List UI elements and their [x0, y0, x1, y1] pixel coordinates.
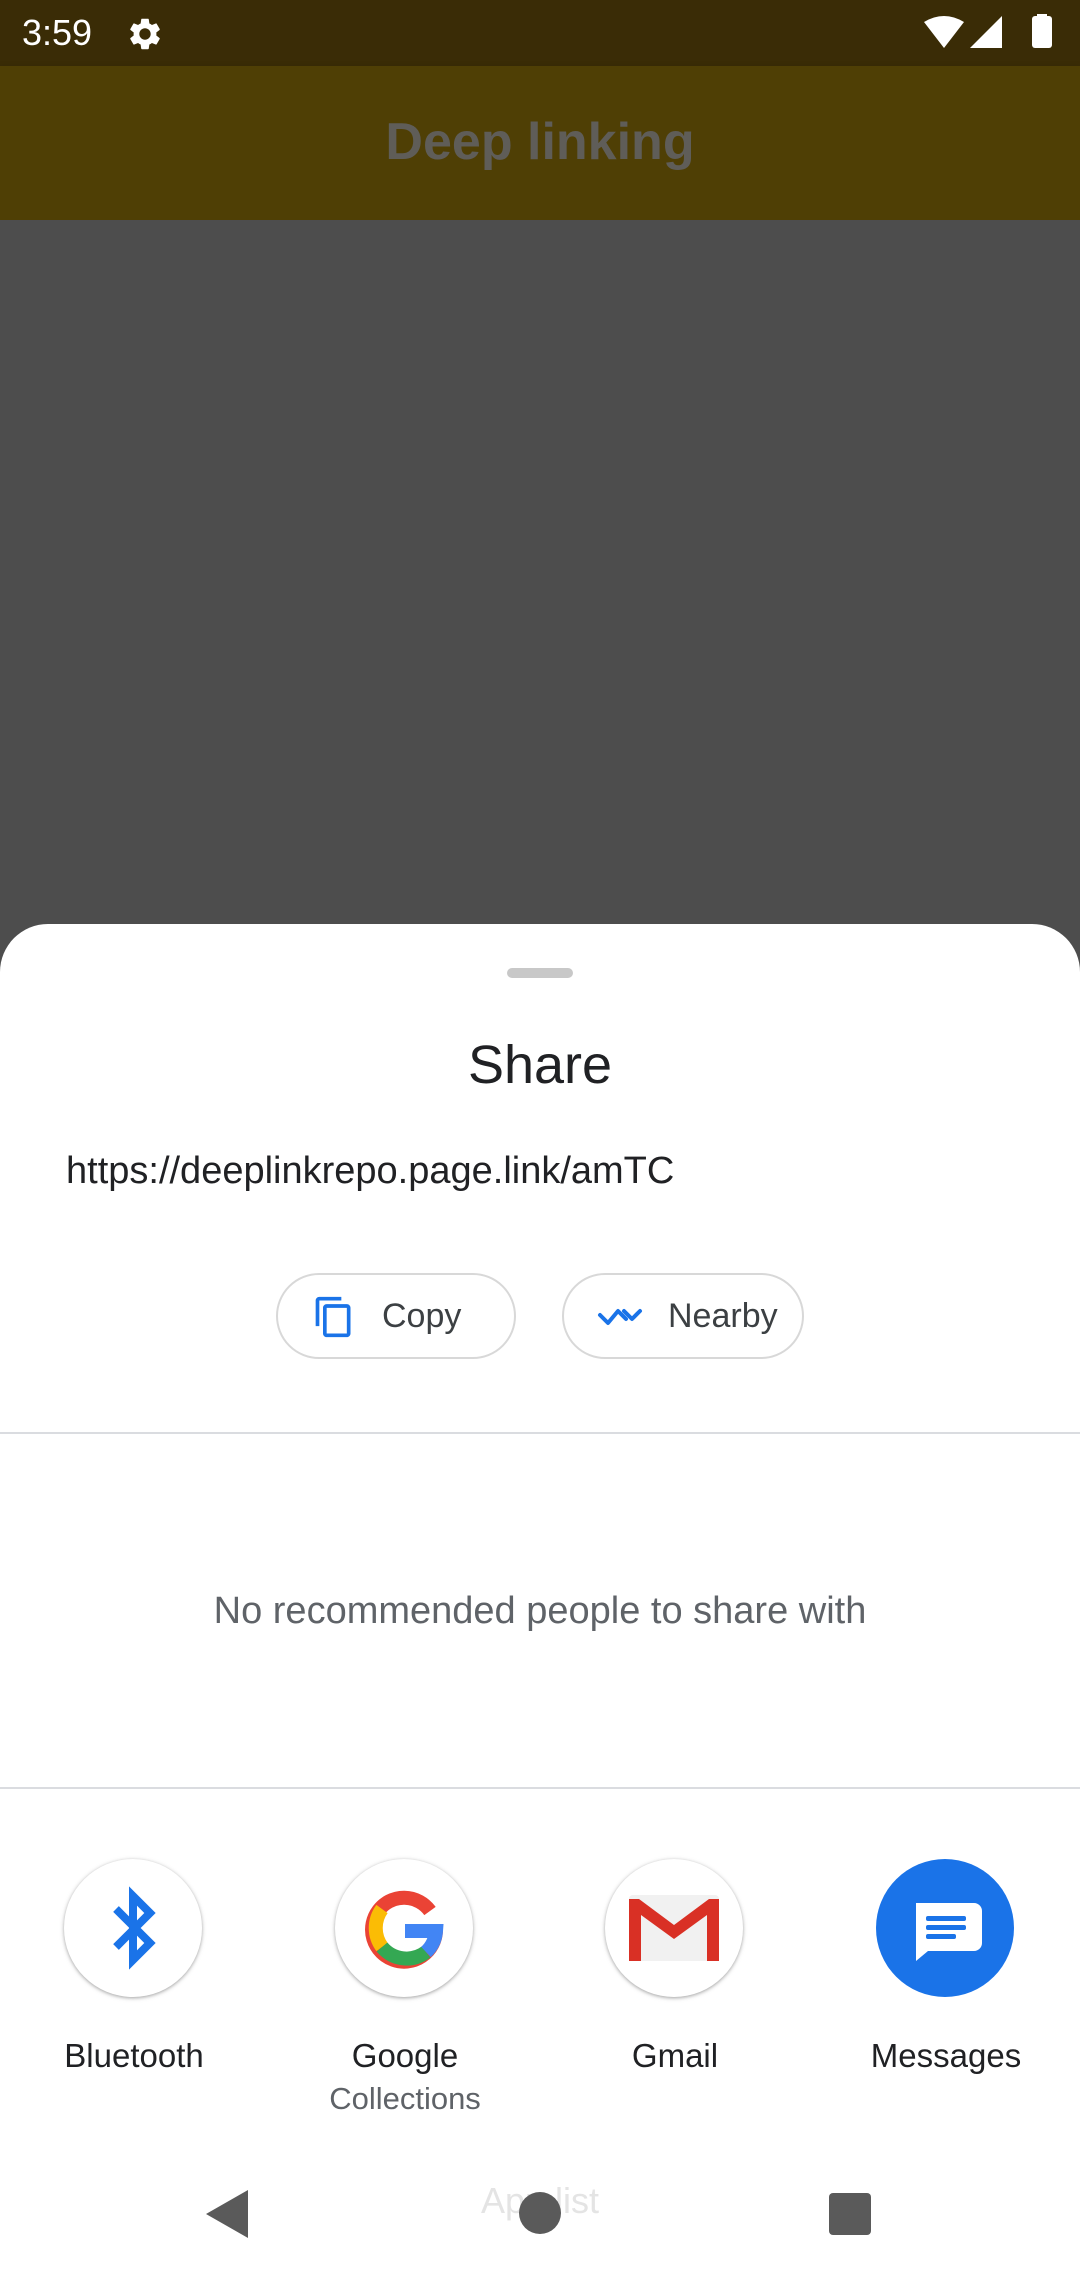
back-icon[interactable]	[204, 2188, 250, 2240]
share-target-gmail[interactable]: Gmail	[565, 1859, 785, 2119]
share-target-messages[interactable]: Messages	[836, 1859, 1056, 2119]
no-recommendations-message: No recommended people to share with	[213, 1590, 867, 1632]
share-target-label: Bluetooth	[64, 2037, 204, 2074]
modal-scrim[interactable]	[0, 220, 1080, 924]
status-time: 3:59	[22, 12, 93, 53]
gmail-icon-circle	[605, 1859, 743, 1997]
battery-icon	[1032, 16, 1052, 48]
share-target-label: Gmail	[631, 2037, 719, 2074]
google-icon	[365, 1890, 444, 1969]
signal-icon	[970, 16, 1002, 48]
nearby-button[interactable]: Nearby	[562, 1273, 804, 1359]
navigation-bar: App list	[0, 2148, 1080, 2280]
share-target-label: Messages	[870, 2037, 1022, 2074]
share-target-sublabel: Collections	[329, 2081, 481, 2116]
share-target-label: Google	[351, 2037, 459, 2074]
app-bar: Deep linking	[0, 66, 1080, 220]
share-sheet: Share https://deeplinkrepo.page.link/amT…	[0, 924, 1080, 2148]
copy-button-label: Copy	[382, 1297, 462, 1335]
divider	[0, 1432, 1080, 1434]
system-status-icons	[924, 14, 1052, 48]
gmail-icon	[629, 1895, 719, 1961]
nearby-icon	[598, 1309, 642, 1325]
wifi-icon	[924, 16, 964, 48]
copy-icon	[315, 1296, 351, 1338]
sheet-drag-handle[interactable]	[507, 968, 573, 978]
nearby-button-label: Nearby	[668, 1297, 778, 1335]
bluetooth-icon-circle	[64, 1859, 202, 1997]
copy-button[interactable]: Copy	[276, 1273, 516, 1359]
google-icon-circle	[335, 1859, 473, 1997]
gear-icon	[130, 18, 160, 50]
recents-icon[interactable]	[829, 2193, 871, 2235]
divider	[0, 1787, 1080, 1789]
messages-icon	[916, 1903, 982, 1961]
bluetooth-icon	[113, 1886, 156, 1970]
home-icon[interactable]	[519, 2192, 561, 2234]
messages-icon-circle	[876, 1859, 1014, 1997]
shared-url: https://deeplinkrepo.page.link/amTC	[66, 1150, 675, 1192]
share-title: Share	[467, 1035, 613, 1095]
status-bar: 3:59	[0, 0, 1080, 66]
share-target-bluetooth[interactable]: Bluetooth	[24, 1859, 244, 2119]
share-target-google-collections[interactable]: Google Collections	[295, 1859, 515, 2119]
app-bar-title: Deep linking	[385, 113, 695, 171]
